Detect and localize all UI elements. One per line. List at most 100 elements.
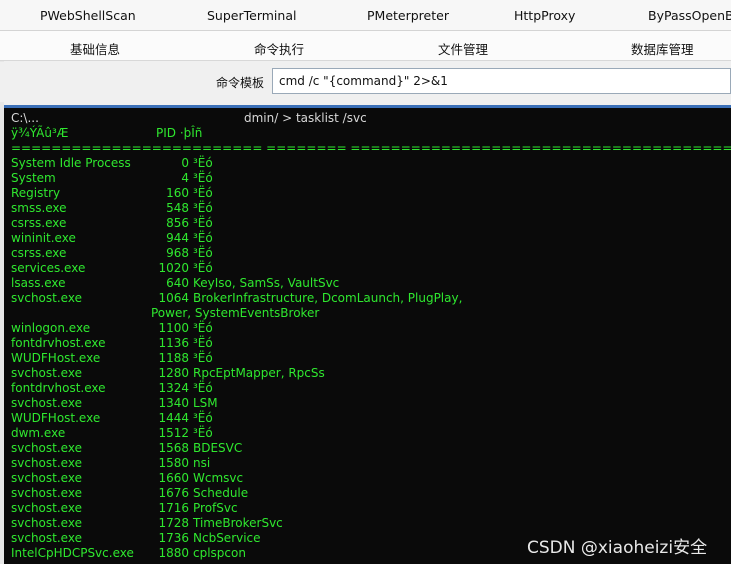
process-row: Power, SystemEventsBroker <box>11 306 731 321</box>
process-services: ³Ëó <box>193 201 213 215</box>
process-pid: 1064 <box>158 291 189 305</box>
process-pid: 944 <box>166 231 189 245</box>
tab-superterminal[interactable]: SuperTerminal <box>207 8 296 23</box>
process-services: ³Ëó <box>193 186 213 200</box>
process-name: svchost.exe <box>11 441 82 455</box>
process-services: Wcmsvc <box>193 471 244 485</box>
prompt-command: dmin/ > tasklist /svc <box>244 111 367 125</box>
process-name: fontdrvhost.exe <box>11 381 106 395</box>
process-name: csrss.exe <box>11 216 67 230</box>
process-services: NcbService <box>193 531 261 545</box>
process-services: ³Ëó <box>193 336 213 350</box>
process-row: svchost.exe 1660 Wcmsvc <box>11 471 731 486</box>
process-row: WUDFHost.exe 1444 ³Ëó <box>11 411 731 426</box>
process-pid: 1512 <box>158 426 189 440</box>
process-row: svchost.exe 1728 TimeBrokerSvc <box>11 516 731 531</box>
process-services: ³Ëó <box>193 216 213 230</box>
process-services: Schedule <box>193 486 249 500</box>
tab-pmeterpreter[interactable]: PMeterpreter <box>367 8 449 23</box>
process-pid: 1568 <box>158 441 189 455</box>
process-name: services.exe <box>11 261 86 275</box>
process-name: svchost.exe <box>11 291 82 305</box>
process-row: fontdrvhost.exe 1324 ³Ëó <box>11 381 731 396</box>
process-pid: 1728 <box>158 516 189 530</box>
process-row: csrss.exe 856 ³Ëó <box>11 216 731 231</box>
command-template-label: 命令模板 <box>216 76 265 90</box>
process-row: services.exe 1020 ³Ëó <box>11 261 731 276</box>
process-name: svchost.exe <box>11 456 82 470</box>
process-name: WUDFHost.exe <box>11 351 101 365</box>
process-name: svchost.exe <box>11 366 82 380</box>
process-pid: 1340 <box>158 396 189 410</box>
process-name: dwm.exe <box>11 426 66 440</box>
process-row: System Idle Process 0 ³Ëó <box>11 156 731 171</box>
prompt-line: C:\... dmin/ > tasklist /svc <box>11 111 731 126</box>
process-row: svchost.exe 1280 RpcEptMapper, RpcSs <box>11 366 731 381</box>
process-row: csrss.exe 968 ³Ëó <box>11 246 731 261</box>
process-services: ³Ëó <box>193 411 213 425</box>
process-pid: 640 <box>166 276 189 290</box>
separator-text: ========================= ======== =====… <box>11 141 731 155</box>
function-tab-bar: 基础信息 命令执行 文件管理 数据库管理 <box>0 31 731 61</box>
process-pid: 1736 <box>158 531 189 545</box>
process-name: lsass.exe <box>11 276 66 290</box>
process-row: svchost.exe 1716 ProfSvc <box>11 501 731 516</box>
process-name: WUDFHost.exe <box>11 411 101 425</box>
process-row: lsass.exe 640 KeyIso, SamSs, VaultSvc <box>11 276 731 291</box>
process-services: ³Ëó <box>193 156 213 170</box>
process-services: nsi <box>193 456 211 470</box>
terminal-output[interactable]: C:\... dmin/ > tasklist /svc ÿ¾ÝÃû³Æ PID… <box>4 105 731 564</box>
process-row: dwm.exe 1512 ³Ëó <box>11 426 731 441</box>
process-row: System 4 ³Ëó <box>11 171 731 186</box>
process-name: Registry <box>11 186 61 200</box>
process-pid: 1100 <box>158 321 189 335</box>
process-pid: 1324 <box>158 381 189 395</box>
process-name: System Idle Process <box>11 156 131 170</box>
process-pid: 1020 <box>158 261 189 275</box>
tab-command-exec[interactable]: 命令执行 <box>254 39 304 58</box>
process-name: fontdrvhost.exe <box>11 336 106 350</box>
process-name: svchost.exe <box>11 486 82 500</box>
process-pid: 548 <box>166 201 189 215</box>
command-template-input[interactable]: cmd /c "{command}" 2>&1 <box>272 68 731 94</box>
process-pid: 856 <box>166 216 189 230</box>
process-row: wininit.exe 944 ³Ëó <box>11 231 731 246</box>
tab-file-manager[interactable]: 文件管理 <box>438 39 488 58</box>
header-name: ÿ¾ÝÃû³Æ <box>11 126 69 140</box>
process-services: ³Ëó <box>193 426 213 440</box>
process-services: ³Ëó <box>193 231 213 245</box>
process-pid: 1580 <box>158 456 189 470</box>
tab-httpproxy[interactable]: HttpProxy <box>514 8 575 23</box>
process-row: WUDFHost.exe 1188 ³Ëó <box>11 351 731 366</box>
command-template-row: 命令模板 cmd /c "{command}" 2>&1 <box>0 62 731 102</box>
process-services: cplspcon <box>193 546 246 560</box>
process-pid: 1136 <box>158 336 189 350</box>
tab-basic-info[interactable]: 基础信息 <box>70 39 120 58</box>
tab-pwebshellscan[interactable]: PWebShellScan <box>40 8 136 23</box>
process-name: csrss.exe <box>11 246 67 260</box>
process-row: svchost.exe 1676 Schedule <box>11 486 731 501</box>
process-pid: 1660 <box>158 471 189 485</box>
process-row: svchost.exe 1568 BDESVC <box>11 441 731 456</box>
process-name: System <box>11 171 56 185</box>
process-row: Registry 160 ³Ëó <box>11 186 731 201</box>
process-pid: 1188 <box>158 351 189 365</box>
process-services: ³Ëó <box>193 171 213 185</box>
process-name: IntelCpHDCPSvc.exe <box>11 546 134 560</box>
tab-bypassopenbasedir[interactable]: ByPassOpenBa <box>648 8 731 23</box>
prompt-prefix: C:\... <box>11 111 39 125</box>
process-name: winlogon.exe <box>11 321 91 335</box>
process-services: ³Ëó <box>193 246 213 260</box>
process-row: fontdrvhost.exe 1136 ³Ëó <box>11 336 731 351</box>
process-pid: 1280 <box>158 366 189 380</box>
process-pid: 0 <box>181 156 189 170</box>
process-services: ³Ëó <box>193 381 213 395</box>
process-pid: 1444 <box>158 411 189 425</box>
process-name: wininit.exe <box>11 231 76 245</box>
csdn-watermark: CSDN @xiaoheizi安全 <box>527 538 708 558</box>
process-services: ³Ëó <box>193 261 213 275</box>
header-pid: PID ·þÎñ <box>156 126 203 140</box>
tab-database-manager[interactable]: 数据库管理 <box>631 39 694 58</box>
process-services: TimeBrokerSvc <box>193 516 283 530</box>
process-services: KeyIso, SamSs, VaultSvc <box>193 276 340 290</box>
